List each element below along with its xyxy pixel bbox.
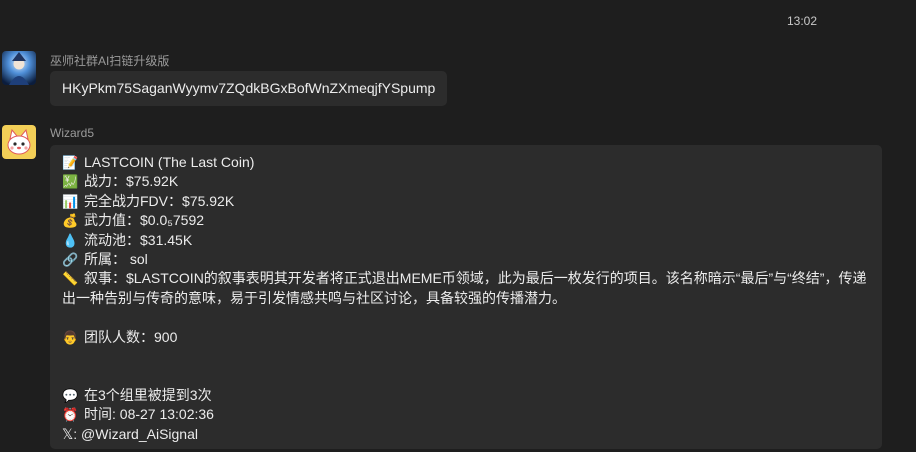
- x-logo-icon: 𝕏: [62, 425, 74, 442]
- x-handle[interactable]: : @Wizard_AiSignal: [73, 426, 198, 442]
- memo-icon: 📝: [62, 155, 79, 170]
- time-line: ⏰ 时间: 08-27 13:02:36: [62, 405, 870, 424]
- avatar-wizard5[interactable]: [2, 125, 36, 159]
- team-value: 团队人数：900: [84, 328, 178, 345]
- story-line: 📏 叙事：$LASTCOIN的叙事表明其开发者将正式退出MEME币领域，此为最后一…: [62, 269, 870, 308]
- alarm-clock-icon: ⏰: [62, 407, 79, 423]
- pool-value: 流动池：$31.45K: [84, 231, 193, 248]
- power-line: 💹 战力：$75.92K: [62, 172, 870, 191]
- message-bubble[interactable]: HKyPkm75SaganWyymv7ZQdkBGxBofWnZXmeqjfYS…: [50, 71, 448, 106]
- weapon-value: 武力值：$0.0₅7592: [84, 212, 205, 229]
- speech-bubble-icon: 💬: [62, 387, 79, 403]
- money-bag-icon: 💰: [62, 213, 79, 229]
- link-icon: 🔗: [62, 251, 79, 267]
- avatar-wizard-bot[interactable]: [2, 51, 36, 85]
- chat-window: 13:02 巫师社群AI扫链升级版 HKyPkm75SaganWyymv7ZQd…: [0, 0, 916, 452]
- sender-name: 巫师社群AI扫链升级版: [50, 54, 170, 68]
- token-line: 📝 LASTCOIN (The Last Coin): [62, 153, 870, 172]
- fdv-line: 📊 完全战力FDV：$75.92K: [62, 192, 870, 211]
- message-bubble[interactable]: 📝 LASTCOIN (The Last Coin) 💹 战力：$75.92K 📊 完…: [50, 145, 882, 449]
- mentions-value: 在3个组里被提到3次: [84, 386, 212, 403]
- weapon-line: 💰 武力值：$0.0₅7592: [62, 211, 870, 230]
- story-text: 叙事：$LASTCOIN的叙事表明其开发者将正式退出MEME币领域，此为最后一枚…: [62, 270, 867, 306]
- person-icon: 👨: [62, 329, 79, 345]
- x-line: 𝕏: @Wizard_AiSignal: [62, 425, 870, 444]
- ruler-icon: 📏: [62, 271, 79, 287]
- team-line: 👨 团队人数：900: [62, 328, 870, 347]
- chain-line: 🔗 所属： sol: [62, 250, 870, 269]
- time-value: 时间: 08-27 13:02:36: [84, 406, 214, 423]
- pool-line: 💧 流动池：$31.45K: [62, 231, 870, 250]
- cat-avatar-icon: [2, 125, 36, 159]
- chain-value: 所属： sol: [84, 250, 148, 267]
- chart-icon: 💹: [62, 174, 79, 190]
- timestamp-separator: 13:02: [786, 14, 818, 28]
- wizard-avatar-icon: [2, 51, 36, 85]
- bar-chart-icon: 📊: [62, 193, 79, 209]
- sender-name: Wizard5: [50, 126, 95, 140]
- mentions-line: 💬 在3个组里被提到3次: [62, 386, 870, 405]
- power-value: 战力：$75.92K: [84, 173, 179, 190]
- fdv-value: 完全战力FDV：$75.92K: [84, 192, 235, 209]
- droplet-icon: 💧: [62, 232, 79, 248]
- token-name: LASTCOIN (The Last Coin): [84, 154, 255, 170]
